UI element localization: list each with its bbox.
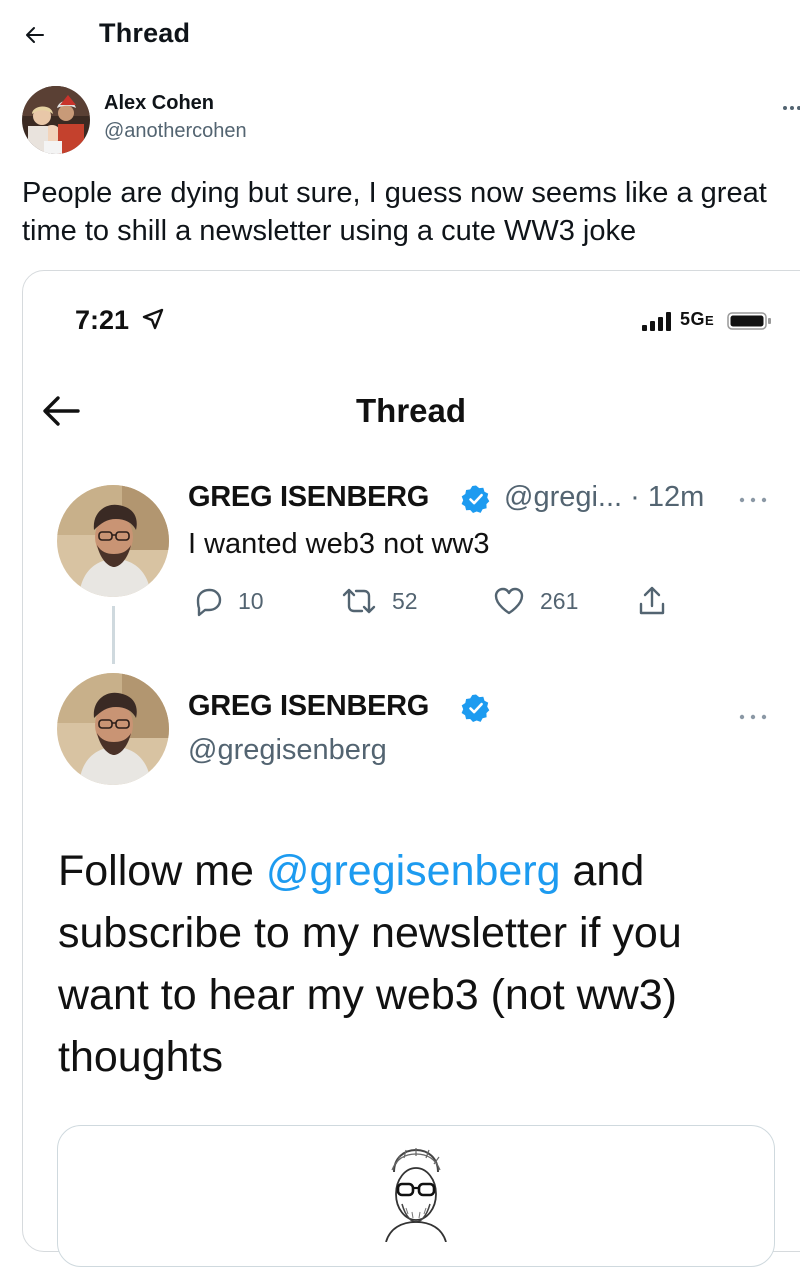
- share-icon: [639, 586, 665, 615]
- tweet1-author-name[interactable]: GREG ISENBERG: [188, 481, 429, 514]
- reply-icon: [196, 588, 222, 617]
- inner-back-button[interactable]: [40, 393, 82, 429]
- mention-link[interactable]: @gregisenberg: [266, 847, 561, 895]
- tweet2-text: Follow me @gregisenberg and subscribe to…: [58, 840, 758, 1088]
- reply-button[interactable]: 10: [192, 585, 264, 617]
- more-horizontal-icon: [739, 714, 767, 720]
- tweet2-handle[interactable]: @gregisenberg: [188, 734, 387, 767]
- tweet2-author-name[interactable]: GREG ISENBERG: [188, 690, 429, 723]
- like-button[interactable]: 261: [492, 585, 578, 617]
- arrow-left-icon: [43, 396, 80, 426]
- battery-icon: [727, 311, 773, 331]
- tweet-text: People are dying but sure, I guess now s…: [22, 177, 767, 247]
- network-type: 5G: [680, 309, 706, 329]
- back-button[interactable]: [20, 20, 50, 50]
- avatar[interactable]: [22, 86, 90, 154]
- more-horizontal-icon: [783, 106, 800, 110]
- tweet1-text: I wanted web3 not ww3: [188, 528, 490, 560]
- heart-icon: [494, 587, 524, 615]
- tweet2-more-button[interactable]: [738, 705, 768, 726]
- author-handle[interactable]: @anothercohen: [104, 120, 247, 143]
- tweet1-more-button[interactable]: [738, 488, 768, 509]
- network-indicator: 5GE: [680, 309, 714, 330]
- author-name[interactable]: Alex Cohen: [104, 92, 214, 115]
- share-button[interactable]: [637, 584, 667, 618]
- inner-page-title: Thread: [356, 392, 467, 429]
- tweet2-text-prefix: Follow me: [58, 847, 266, 895]
- retweet-count: 52: [392, 587, 418, 614]
- reply-count: 10: [238, 587, 264, 614]
- avatar-photo: [22, 86, 90, 154]
- avatar-photo: [57, 485, 169, 597]
- avatar-photo: [57, 673, 169, 785]
- arrow-left-icon: [26, 27, 44, 43]
- greg-avatar[interactable]: [57, 485, 169, 597]
- network-suffix: E: [705, 313, 715, 328]
- page-title: Thread: [99, 18, 191, 48]
- thread-connector-line: [112, 606, 115, 664]
- retweet-button[interactable]: 52: [340, 585, 418, 617]
- like-count: 261: [540, 587, 579, 614]
- location-arrow-icon: [140, 306, 166, 332]
- signal-icon: [640, 310, 676, 332]
- illustrated-portrait: [385, 1148, 447, 1242]
- link-preview-card[interactable]: [57, 1125, 775, 1267]
- more-horizontal-icon: [739, 497, 767, 503]
- verified-badge-icon: [461, 693, 491, 723]
- more-options-button[interactable]: [782, 100, 800, 110]
- greg-avatar-2[interactable]: [57, 673, 169, 785]
- status-time: 7:21: [75, 305, 130, 335]
- retweet-icon: [342, 588, 376, 614]
- tweet1-handle-time[interactable]: @gregi... · 12m: [504, 481, 704, 514]
- verified-badge-icon: [461, 484, 491, 514]
